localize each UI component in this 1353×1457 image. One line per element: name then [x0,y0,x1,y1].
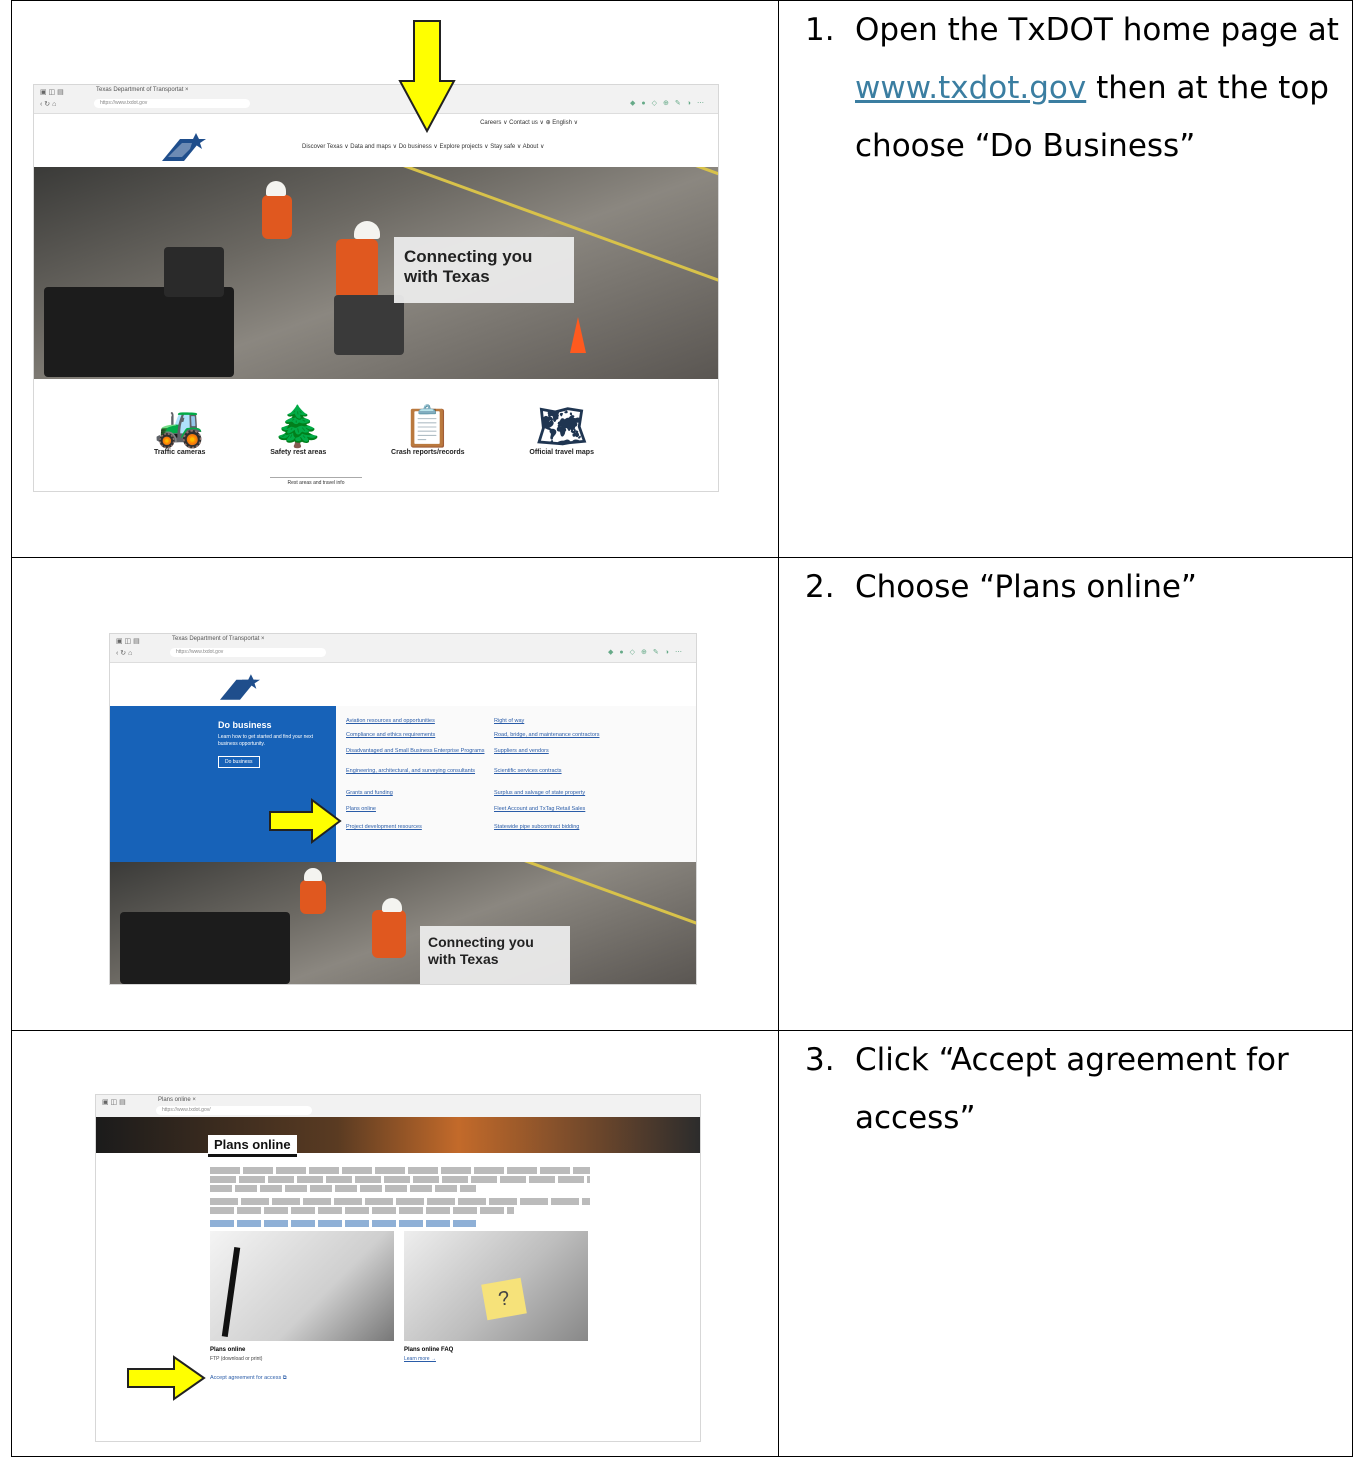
menu-link[interactable]: Compliance and ethics requirements [346,732,435,738]
browser-tab: Plans online × [158,1097,196,1103]
browser-tab: Texas Department of Transportat × [96,87,189,93]
step-3-text-cell: 3. Click “Accept agreement for access” [778,1030,1353,1457]
plans-banner-image [96,1117,700,1153]
menu-link[interactable]: Project development resources [346,824,422,830]
quick-link-label: Official travel maps [529,449,594,456]
instructions-table: ▣ ◫ ▤ Texas Department of Transportat × … [11,0,1353,1457]
txdot-logo-icon [220,674,260,700]
window-controls-icon: ▣ ◫ ▤ [116,638,140,645]
nav-arrows-icon: ‹ ↻ ⌂ [116,650,133,657]
window-controls-icon: ▣ ◫ ▤ [40,89,64,96]
txdot-link[interactable]: www.txdot.gov [855,70,1086,106]
hero-image: Connecting you with Texas [110,862,696,984]
quick-link-label: Safety rest areas [270,449,327,456]
card2-title: Plans online FAQ [404,1347,454,1353]
learn-more-link[interactable]: Learn more → [404,1356,436,1362]
do-business-button[interactable]: Do business [218,756,260,768]
faq-photo: ? [404,1231,588,1341]
menu-link[interactable]: Surplus and salvage of state property [494,790,585,796]
quick-link-crash-reports[interactable]: 📋 Crash reports/records [391,405,465,456]
browser-chrome: ▣ ◫ ▤ Texas Department of Transportat × … [34,85,718,114]
step-1-text-before: Open the TxDOT home page at [855,12,1339,48]
quick-link-travel-maps[interactable]: 🗺 Official travel maps [529,405,594,456]
browser-tab: Texas Department of Transportat × [172,636,265,642]
step-number: 2. [805,569,835,605]
step-2-instruction: 2. Choose “Plans online” [779,558,1352,616]
menu-link[interactable]: Statewide pipe subcontract bidding [494,824,579,830]
yellow-arrow-right-icon [127,1355,206,1401]
quick-link-rest-areas[interactable]: 🌲 Safety rest areas [270,405,326,456]
menu-link[interactable]: Aviation resources and opportunities [346,718,435,724]
quick-link-label: Traffic cameras [154,449,206,456]
card1-title: Plans online [210,1347,246,1353]
address-bar: https://www.txdot.gov [170,648,326,657]
step-2-text: Choose “Plans online” [855,569,1197,605]
plans-online-title: Plans online [208,1135,297,1157]
hero-caption-line1: Connecting you [404,247,533,266]
menu-link[interactable]: Fleet Account and TxTag Retail Sales [494,806,585,812]
step-1-text-cell: 1. Open the TxDOT home page at www.txdot… [778,0,1353,558]
yellow-arrow-right-icon [269,798,342,844]
address-bar: https://www.txdot.gov/ [156,1106,312,1115]
step-2-text-cell: 2. Choose “Plans online” [778,557,1353,1031]
menu-link[interactable]: Suppliers and vendors [494,748,549,754]
menu-link[interactable]: Right of way [494,718,524,724]
top-links: Careers ∨ Contact us ∨ ⊕ English ∨ [480,120,578,126]
menu-subtext: Learn how to get started and find your n… [218,734,314,747]
browser-chrome: ▣ ◫ ▤ Plans online × https://www.txdot.g… [96,1095,700,1118]
toolbar-icons: ◆●◇⊕✎◑⋯ [630,100,710,107]
yellow-arrow-down-icon [398,20,456,133]
menu-link[interactable]: Grants and funding [346,790,393,796]
do-business-links [336,706,696,864]
map-icon: 🗺 [536,405,588,449]
menu-link[interactable]: Scientific services contracts [494,768,562,774]
window-controls-icon: ▣ ◫ ▤ [102,1099,126,1106]
tree-icon: 🌲 [273,405,324,449]
hero-caption: Connecting you with Texas [394,237,574,303]
hero-caption-line2: with Texas [404,267,490,286]
menu-link[interactable]: Plans online [346,806,376,812]
step-2-screenshot-cell: ▣ ◫ ▤ Texas Department of Transportat × … [11,557,779,1031]
step-1-instruction: 1. Open the TxDOT home page at www.txdot… [779,1,1352,175]
step-number: 1. [805,12,835,48]
step-2-screenshot: ▣ ◫ ▤ Texas Department of Transportat × … [110,634,696,984]
main-nav: Discover Texas ∨ Data and maps ∨ Do busi… [302,144,545,150]
clipboard-icon: 📋 [402,405,453,449]
address-bar: https://www.txdot.gov [94,99,250,108]
quick-link-traffic-cameras[interactable]: 🚜 Traffic cameras [154,405,205,456]
card1-subtitle: FTP (download or print) [210,1356,263,1362]
accept-agreement-link[interactable]: Accept agreement for access ⧉ [210,1375,287,1382]
intro-paragraph [210,1167,590,1227]
step-number: 3. [805,1042,835,1078]
step-3-screenshot-cell: ▣ ◫ ▤ Plans online × https://www.txdot.g… [11,1030,779,1457]
toolbar-icons: ◆●◇⊕✎◑⋯ [608,649,688,656]
menu-heading: Do business [218,720,272,730]
step-1-screenshot: ▣ ◫ ▤ Texas Department of Transportat × … [34,85,718,491]
step-1-screenshot-cell: ▣ ◫ ▤ Texas Department of Transportat × … [11,0,779,558]
traffic-cone-icon [570,317,586,353]
hero-image: Connecting you with Texas [34,167,718,379]
traffic-camera-icon: 🚜 [154,405,205,449]
hero-caption: Connecting you with Texas [420,926,570,984]
txdot-logo-icon [162,133,206,161]
step-3-instruction: 3. Click “Accept agreement for access” [779,1031,1352,1147]
hero-caption-line2: with Texas [428,951,499,967]
menu-link[interactable]: Disadvantaged and Small Business Enterpr… [346,748,485,754]
menu-link[interactable]: Road, bridge, and maintenance contractor… [494,732,599,738]
quick-link-label: Crash reports/records [391,449,465,456]
step-3-text: Click “Accept agreement for access” [855,1042,1289,1136]
rest-areas-sublink[interactable]: Rest areas and travel info [270,477,362,486]
menu-link[interactable]: Engineering, architectural, and surveyin… [346,768,475,774]
plans-photo [210,1231,394,1341]
browser-chrome: ▣ ◫ ▤ Texas Department of Transportat × … [110,634,696,663]
question-note-icon: ? [481,1277,527,1321]
nav-arrows-icon: ‹ ↻ ⌂ [40,101,57,108]
hero-caption-line1: Connecting you [428,934,534,950]
quick-links: 🚜 Traffic cameras 🌲 Safety rest areas 📋 Cra… [154,405,594,456]
